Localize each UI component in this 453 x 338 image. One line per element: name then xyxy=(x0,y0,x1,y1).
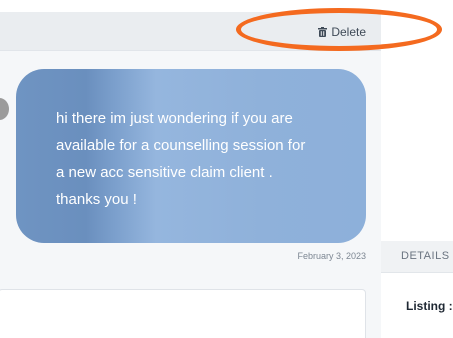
delete-button[interactable]: Delete xyxy=(318,23,366,41)
message-bubble: hi there im just wondering if you are av… xyxy=(16,69,366,243)
message-screen: Delete hi there im just wondering if you… xyxy=(0,0,453,338)
reply-input[interactable] xyxy=(0,289,366,338)
message-thread-area: Delete hi there im just wondering if you… xyxy=(0,0,381,338)
top-strip xyxy=(0,0,381,12)
delete-label: Delete xyxy=(331,25,366,39)
message-line: thanks you ! xyxy=(56,191,137,208)
message-line: available for a counselling session for xyxy=(56,137,306,154)
tab-details[interactable]: DETAILS xyxy=(381,241,453,273)
message-line: hi there im just wondering if you are xyxy=(56,110,293,127)
listing-label: Listing : xyxy=(406,299,453,313)
trash-icon xyxy=(318,27,328,37)
message-timestamp: February 3, 2023 xyxy=(297,251,366,261)
message-line: a new acc sensitive claim client . xyxy=(56,164,273,181)
avatar xyxy=(0,98,9,120)
details-panel: DETAILS Listing : xyxy=(381,0,453,338)
message-toolbar: Delete xyxy=(0,12,381,51)
